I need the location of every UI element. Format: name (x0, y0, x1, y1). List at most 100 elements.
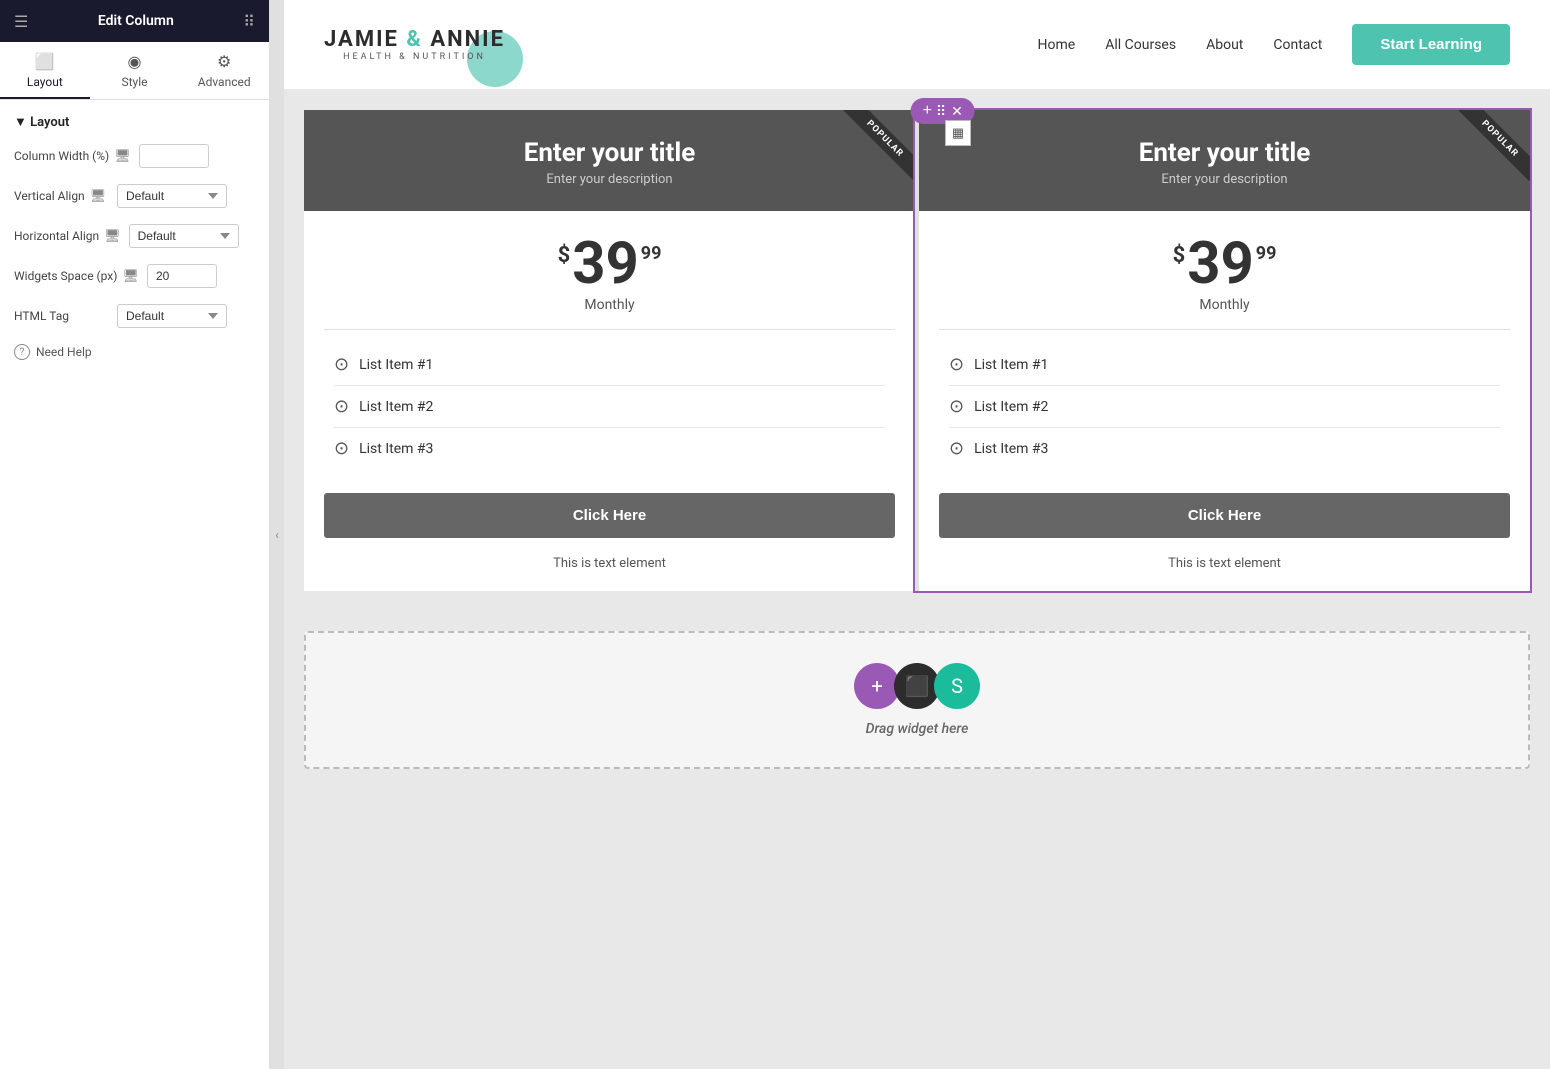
style-tab-icon: ◉ (128, 52, 142, 71)
column-width-row: Column Width (%) 🖥 (14, 144, 255, 168)
card-1-ribbon: POPULAR (827, 110, 915, 198)
advanced-tab-label: Advanced (198, 75, 251, 89)
column-width-label: Column Width (%) 🖥 (14, 149, 131, 164)
layout-section-header: ▼ Layout (14, 114, 255, 130)
cta-button[interactable]: Start Learning (1352, 24, 1510, 65)
card-2-title: Enter your title (939, 138, 1510, 168)
drag-widget-label: Drag widget here (866, 721, 969, 737)
horizontal-align-label: Horizontal Align 🖥 (14, 229, 121, 244)
card-1-dollar: $ (558, 243, 571, 268)
check-icon-4: ⊙ (949, 354, 964, 375)
list-item: ⊙ List Item #3 (334, 428, 885, 469)
layout-tab-label: Layout (27, 75, 63, 89)
check-icon-2: ⊙ (334, 396, 349, 417)
plugin-icon[interactable]: S (934, 663, 980, 709)
need-help-label: Need Help (36, 345, 92, 359)
pricing-card-1: POPULAR Enter your title Enter your desc… (304, 110, 915, 591)
advanced-tab-icon: ⚙ (217, 52, 231, 71)
nav-courses[interactable]: All Courses (1105, 37, 1176, 53)
card-2-period: Monthly (939, 297, 1510, 313)
html-tag-label: HTML Tag (14, 309, 109, 323)
card-2-popular-badge: POPULAR (1459, 110, 1530, 181)
hamburger-icon[interactable]: ☰ (14, 12, 28, 31)
card-1-list: ⊙ List Item #1 ⊙ List Item #2 ⊙ List Ite… (304, 330, 915, 483)
horizontal-align-row: Horizontal Align 🖥 Default (14, 224, 255, 248)
navbar: JAMIE & ANNIE HEALTH & NUTRITION Home Al… (284, 0, 1550, 90)
panel-content: ▼ Layout Column Width (%) 🖥 Vertical Ali… (0, 100, 269, 1069)
vertical-align-select[interactable]: Default (117, 184, 227, 208)
card-1-desc: Enter your description (324, 172, 895, 187)
card-1-item-1: List Item #1 (359, 357, 433, 373)
list-item: ⊙ List Item #3 (949, 428, 1500, 469)
left-panel: ☰ Edit Column ⠿ ⬜ Layout ◉ Style ⚙ Advan… (0, 0, 270, 1069)
column-width-input[interactable] (139, 144, 209, 168)
main-area: JAMIE & ANNIE HEALTH & NUTRITION Home Al… (284, 0, 1550, 1069)
panel-topbar: ☰ Edit Column ⠿ (0, 0, 269, 42)
card-2-item-3: List Item #3 (974, 441, 1048, 457)
desktop-icon-4: 🖥 (122, 269, 139, 284)
check-icon-5: ⊙ (949, 396, 964, 417)
collapse-handle[interactable]: ‹ (270, 0, 284, 1069)
nav-contact[interactable]: Contact (1273, 37, 1322, 53)
panel-tabs: ⬜ Layout ◉ Style ⚙ Advanced (0, 42, 269, 100)
card-2-desc: Enter your description (939, 172, 1510, 187)
pricing-card-2: POPULAR Enter your title Enter your desc… (915, 110, 1530, 591)
card-1-amount: 39 (572, 235, 639, 293)
help-icon: ? (14, 344, 30, 360)
list-item: ⊙ List Item #2 (334, 386, 885, 428)
column-indicator[interactable]: ▦ (945, 120, 971, 146)
toolbar-add-button[interactable]: + (923, 103, 932, 119)
card-2-amount: 39 (1187, 235, 1254, 293)
logo-text-main: JAMIE & ANNIE (324, 27, 505, 52)
desktop-icon: 🖥 (114, 149, 131, 164)
card-1-price-row: $ 39 99 (324, 235, 895, 293)
list-item: ⊙ List Item #2 (949, 386, 1500, 428)
card-1-period: Monthly (324, 297, 895, 313)
toolbar-move-button[interactable]: ⠿ (936, 104, 947, 118)
pricing-section: + ⠿ ✕ ▦ POPULAR Enter your title Enter y… (284, 90, 1550, 611)
html-tag-select[interactable]: Default (117, 304, 227, 328)
check-icon-6: ⊙ (949, 438, 964, 459)
html-tag-row: HTML Tag Default (14, 304, 255, 328)
style-tab-label: Style (122, 75, 148, 89)
card-1-footer: This is text element (304, 548, 915, 591)
empty-section-inner[interactable]: + ⬛ S Drag widget here (304, 631, 1530, 769)
pricing-cards-row: POPULAR Enter your title Enter your desc… (304, 110, 1530, 591)
tab-style[interactable]: ◉ Style (90, 42, 180, 99)
desktop-icon-3: 🖥 (104, 229, 121, 244)
vertical-align-label: Vertical Align 🖥 (14, 189, 109, 204)
card-1-item-3: List Item #3 (359, 441, 433, 457)
desktop-icon-2: 🖥 (90, 189, 107, 204)
navbar-logo: JAMIE & ANNIE HEALTH & NUTRITION (324, 27, 505, 62)
card-2-price-area: $ 39 99 Monthly (919, 211, 1530, 329)
list-item: ⊙ List Item #1 (949, 344, 1500, 386)
check-icon-1: ⊙ (334, 354, 349, 375)
card-1-title: Enter your title (324, 138, 895, 168)
navbar-nav: Home All Courses About Contact Start Lea… (1038, 24, 1510, 65)
toolbar-close-button[interactable]: ✕ (951, 104, 963, 118)
canvas-area: + ⠿ ✕ ▦ POPULAR Enter your title Enter y… (284, 90, 1550, 1069)
logo-text-sub: HEALTH & NUTRITION (324, 52, 505, 62)
grid-icon[interactable]: ⠿ (243, 12, 255, 31)
nav-home[interactable]: Home (1038, 37, 1076, 53)
need-help-section[interactable]: ? Need Help (14, 344, 255, 360)
card-2-button[interactable]: Click Here (939, 493, 1510, 538)
card-2-item-2: List Item #2 (974, 399, 1048, 415)
card-1-popular-badge: POPULAR (844, 110, 915, 181)
widgets-space-row: Widgets Space (px) 🖥 (14, 264, 255, 288)
horizontal-align-select[interactable]: Default (129, 224, 239, 248)
empty-section: + ⬛ S Drag widget here (284, 611, 1550, 789)
collapse-icon: ‹ (275, 528, 279, 542)
card-1-cents: 99 (641, 243, 662, 264)
card-1-button[interactable]: Click Here (324, 493, 895, 538)
nav-about[interactable]: About (1206, 37, 1243, 53)
widgets-space-input[interactable] (147, 264, 217, 288)
panel-title: Edit Column (98, 13, 174, 29)
tab-layout[interactable]: ⬜ Layout (0, 42, 90, 99)
layout-tab-icon: ⬜ (35, 52, 55, 71)
card-2-price-row: $ 39 99 (939, 235, 1510, 293)
tab-advanced[interactable]: ⚙ Advanced (179, 42, 269, 99)
card-2-list: ⊙ List Item #1 ⊙ List Item #2 ⊙ List Ite… (919, 330, 1530, 483)
card-2-header: POPULAR Enter your title Enter your desc… (919, 110, 1530, 211)
empty-icons-row: + ⬛ S (854, 663, 980, 709)
